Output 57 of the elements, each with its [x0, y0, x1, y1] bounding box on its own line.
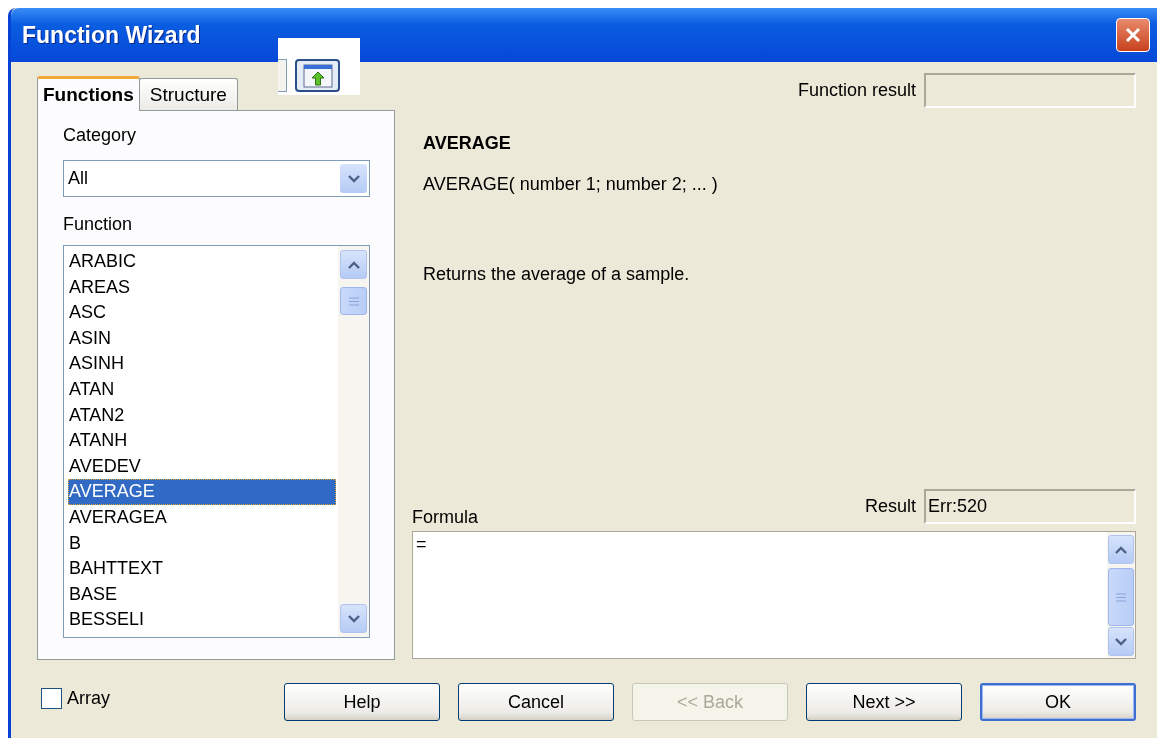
function-syntax: AVERAGE( number 1; number 2; ... ) — [423, 174, 719, 195]
dialog-button: << Back — [632, 683, 788, 721]
scroll-up-button[interactable] — [1108, 535, 1134, 564]
scroll-down-button[interactable] — [1108, 627, 1134, 656]
caret-icon — [347, 174, 360, 183]
close-button[interactable] — [1116, 18, 1150, 52]
scroll-up-button[interactable] — [340, 250, 367, 279]
list-item[interactable]: ASIN — [68, 325, 336, 352]
close-icon — [1124, 26, 1142, 44]
array-label: Array — [67, 687, 110, 709]
list-item[interactable]: BAHTTEXT — [68, 556, 336, 582]
scrollbar[interactable] — [338, 246, 369, 637]
list-item[interactable]: AVEDEV — [68, 453, 336, 480]
list-item[interactable]: ARABIC — [68, 249, 336, 275]
list-item[interactable]: ATAN — [68, 376, 336, 403]
list-item[interactable]: ATANH — [68, 428, 336, 454]
scroll-up-icon — [1115, 545, 1127, 554]
tab[interactable]: Structure — [138, 78, 238, 110]
list-item[interactable]: AREAS — [68, 274, 336, 301]
function-description: Returns the average of a sample. — [423, 264, 691, 285]
function-label: Function — [63, 214, 134, 236]
list-item[interactable]: ASC — [68, 300, 336, 326]
dialog-button[interactable]: OK — [980, 683, 1136, 721]
category-label: Category — [63, 125, 138, 147]
result-field: Err:520 — [924, 489, 1136, 524]
scrollbar[interactable] — [1107, 532, 1135, 658]
list-item[interactable]: BASE — [68, 581, 336, 608]
list-item[interactable]: B — [68, 530, 336, 557]
category-dropdown[interactable]: All — [63, 160, 370, 197]
scroll-down-icon — [1115, 637, 1127, 646]
field-edge — [278, 59, 287, 92]
array-checkbox[interactable] — [41, 687, 62, 709]
tab[interactable]: Functions — [37, 76, 140, 111]
dialog-button[interactable]: Next >> — [806, 683, 962, 721]
list-item[interactable]: AVERAGE — [68, 479, 336, 505]
scroll-down-button[interactable] — [340, 604, 367, 633]
function-result-label: Function result — [797, 80, 916, 101]
result-label: Result — [864, 496, 916, 517]
function-name: AVERAGE — [423, 133, 512, 154]
scroll-down-icon — [347, 614, 360, 623]
list-item[interactable]: AVERAGEA — [68, 504, 336, 531]
function-list[interactable]: ARABIC AREAS ASC ASIN ASINH ATAN ATAN2 ATANH AVEDEV AVERAGE AVERAGEA B BAHTTEXT BASE BESSELI — [63, 245, 370, 638]
shrink-button[interactable] — [295, 59, 340, 92]
list-item[interactable]: ATAN2 — [68, 402, 336, 429]
formula-label: Formula — [412, 507, 478, 528]
window-title: Function Wizard — [22, 21, 201, 49]
grip-icon — [348, 296, 359, 306]
list-item[interactable]: ASINH — [68, 351, 336, 377]
grip-icon — [1116, 592, 1126, 602]
dialog-button[interactable]: Cancel — [458, 683, 614, 721]
dropdown-button[interactable] — [340, 164, 367, 193]
scroll-thumb[interactable] — [1108, 568, 1134, 626]
list-item[interactable]: BESSELI — [68, 607, 336, 633]
scroll-thumb[interactable] — [340, 287, 367, 315]
dialog-button[interactable]: Help — [284, 683, 440, 721]
scroll-up-icon — [347, 260, 360, 269]
formula-field[interactable]: = — [412, 531, 1136, 659]
